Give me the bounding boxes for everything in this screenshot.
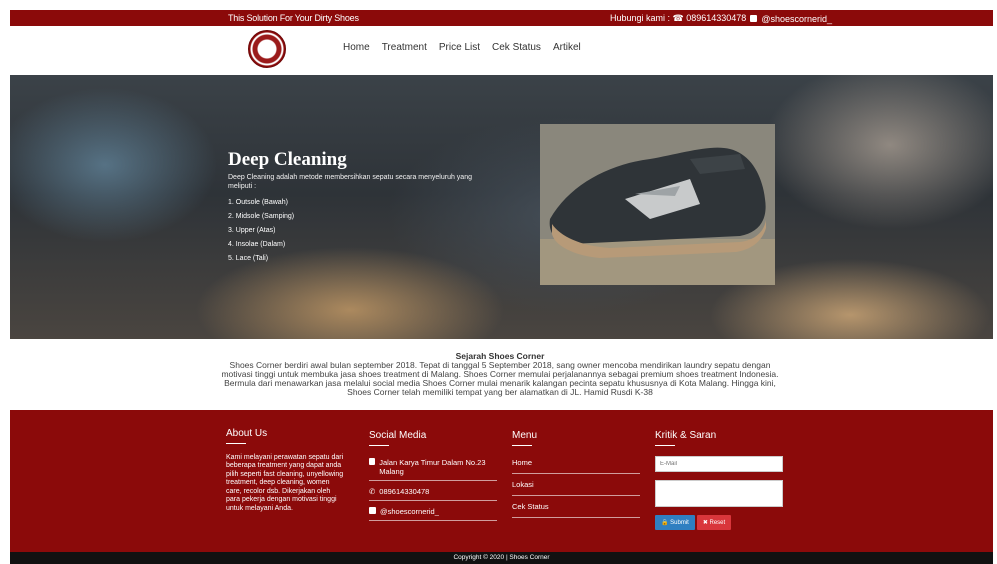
footer-menu-home[interactable]: Home xyxy=(512,456,640,474)
footer: About Us Kami melayani perawatan sepatu … xyxy=(10,410,993,552)
address-text: Jalan Karya Timur Dalam No.23 Malang xyxy=(379,458,486,476)
shoe-photo xyxy=(540,124,775,285)
nav-treatment[interactable]: Treatment xyxy=(382,42,427,53)
hero-title: Deep Cleaning xyxy=(228,149,347,170)
footer-menu: Menu Home Lokasi Cek Status xyxy=(512,430,640,522)
list-item: 2. Midsole (Samping) xyxy=(228,213,295,220)
shoe-illustration xyxy=(540,124,775,285)
shoes-corner-logo[interactable] xyxy=(248,30,286,68)
whatsapp-number: 089614330478 xyxy=(379,487,430,496)
cleaning-parts-list: 1. Outsole (Bawah) 2. Midsole (Samping) … xyxy=(228,199,488,262)
contact-instagram: @shoescornerid_ xyxy=(761,13,832,24)
instagram-icon xyxy=(750,15,758,22)
hero-banner: Deep Cleaning Deep Cleaning adalah metod… xyxy=(10,75,993,339)
email-input[interactable] xyxy=(655,456,783,472)
list-item: 3. Upper (Atas) xyxy=(228,227,276,234)
top-bar: This Solution For Your Dirty Shoes Hubun… xyxy=(10,10,993,26)
nav-price-list[interactable]: Price List xyxy=(439,42,480,53)
list-item: 1. Outsole (Bawah) xyxy=(228,199,288,206)
submit-button[interactable]: 🔒 Submit xyxy=(655,515,695,530)
nav-cek-status[interactable]: Cek Status xyxy=(492,42,541,53)
divider xyxy=(369,445,389,446)
instagram-row[interactable]: @shoescornerid_ xyxy=(369,505,497,521)
instagram-handle: @shoescornerid_ xyxy=(380,507,439,516)
about-text: Kami melayani perawatan sepatu dari bebe… xyxy=(226,453,344,512)
history-section: Sejarah Shoes Corner Shoes Corner berdir… xyxy=(218,352,782,397)
copyright-text: Copyright © 2020 | Shoes Corner xyxy=(453,554,550,561)
nav-home[interactable]: Home xyxy=(343,42,370,53)
contact-phone: Hubungi kami : ☎ 089614330478 xyxy=(610,13,747,23)
contact-info: Hubungi kami : ☎ 089614330478 @shoescorn… xyxy=(610,13,832,24)
menu-title: Menu xyxy=(512,430,538,441)
copyright-bar: Copyright © 2020 | Shoes Corner xyxy=(10,552,993,564)
history-body: Shoes Corner berdiri awal bulan septembe… xyxy=(221,360,779,397)
location-icon xyxy=(369,458,376,465)
list-item: 4. Insolae (Dalam) xyxy=(228,241,286,248)
footer-about: About Us Kami melayani perawatan sepatu … xyxy=(226,428,346,513)
footer-menu-lokasi[interactable]: Lokasi xyxy=(512,478,640,496)
hero-description: Deep Cleaning adalah metode membersihkan… xyxy=(228,174,472,190)
slogan-text: This Solution For Your Dirty Shoes xyxy=(228,13,359,23)
main-nav: Home Treatment Price List Cek Status Art… xyxy=(343,42,581,53)
form-buttons: 🔒 Submit ✖ Reset xyxy=(655,515,785,530)
hero-text: Deep Cleaning Deep Cleaning adalah metod… xyxy=(228,149,488,269)
list-item: 5. Lace (Tali) xyxy=(228,255,269,262)
whatsapp-icon: ✆ xyxy=(369,487,376,496)
instagram-icon xyxy=(369,507,376,514)
navbar: Home Treatment Price List Cek Status Art… xyxy=(10,26,993,74)
feedback-title: Kritik & Saran xyxy=(655,430,717,441)
footer-menu-cek-status[interactable]: Cek Status xyxy=(512,500,640,518)
feedback-form: Kritik & Saran 🔒 Submit ✖ Reset xyxy=(655,430,785,530)
address-row: Jalan Karya Timur Dalam No.23 Malang xyxy=(369,456,497,481)
message-textarea[interactable] xyxy=(655,480,783,507)
divider xyxy=(655,445,675,446)
social-title: Social Media xyxy=(369,430,427,441)
footer-social: Social Media Jalan Karya Timur Dalam No.… xyxy=(369,430,497,525)
whatsapp-row: ✆ 089614330478 xyxy=(369,485,497,501)
about-title: About Us xyxy=(226,428,268,439)
nav-artikel[interactable]: Artikel xyxy=(553,42,581,53)
divider xyxy=(512,445,532,446)
divider xyxy=(226,442,246,444)
reset-button[interactable]: ✖ Reset xyxy=(696,515,732,530)
